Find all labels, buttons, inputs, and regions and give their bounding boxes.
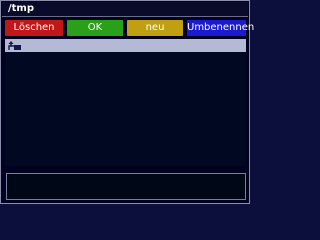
- status-box: [6, 173, 246, 200]
- title-bar: /tmp: [2, 2, 248, 17]
- file-browser-window: /tmp Löschen OK neu Umbenennen: [0, 0, 254, 204]
- window-title: /tmp: [8, 3, 35, 14]
- list-item-parent-directory[interactable]: [5, 39, 246, 52]
- rename-button[interactable]: Umbenennen: [187, 20, 254, 36]
- new-button[interactable]: neu: [127, 20, 183, 36]
- file-list[interactable]: [5, 39, 246, 166]
- up-directory-icon: [8, 41, 21, 50]
- ok-button[interactable]: OK: [67, 20, 123, 36]
- delete-button[interactable]: Löschen: [5, 20, 63, 36]
